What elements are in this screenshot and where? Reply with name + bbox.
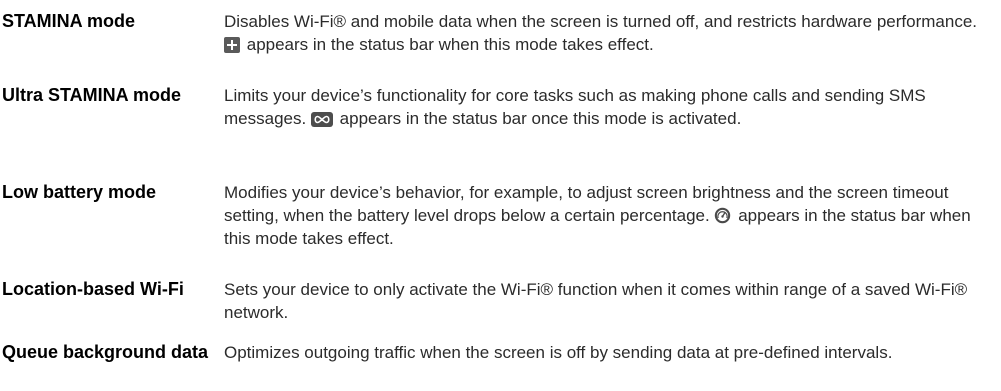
term-low-battery-mode: Low battery mode <box>2 182 157 202</box>
term-ultra-stamina-mode: Ultra STAMINA mode <box>2 85 182 105</box>
description-text: Disables Wi-Fi® and mobile data when the… <box>224 12 978 31</box>
ultra-stamina-infinity-icon <box>310 112 333 127</box>
description-text-suffix: appears in the status bar once this mode… <box>339 109 742 128</box>
term-queue-background-data: Queue background data <box>2 342 209 362</box>
description-location-based-wifi: Sets your device to only activate the Wi… <box>224 280 968 322</box>
description-stamina-mode: Disables Wi-Fi® and mobile data when the… <box>224 10 984 56</box>
description-low-battery-mode: Modifies your device’s behavior, for exa… <box>224 181 984 250</box>
term-location-based-wifi: Location-based Wi-Fi <box>2 279 184 299</box>
term-stamina-mode: STAMINA mode <box>2 11 135 31</box>
low-battery-gauge-icon <box>714 207 731 224</box>
description-text-suffix: appears in the status bar when this mode… <box>246 35 654 54</box>
stamina-plus-icon <box>224 37 240 53</box>
description-ultra-stamina-mode: Limits your device’s functionality for c… <box>224 84 984 130</box>
description-queue-background-data: Optimizes outgoing traffic when the scre… <box>224 343 893 362</box>
